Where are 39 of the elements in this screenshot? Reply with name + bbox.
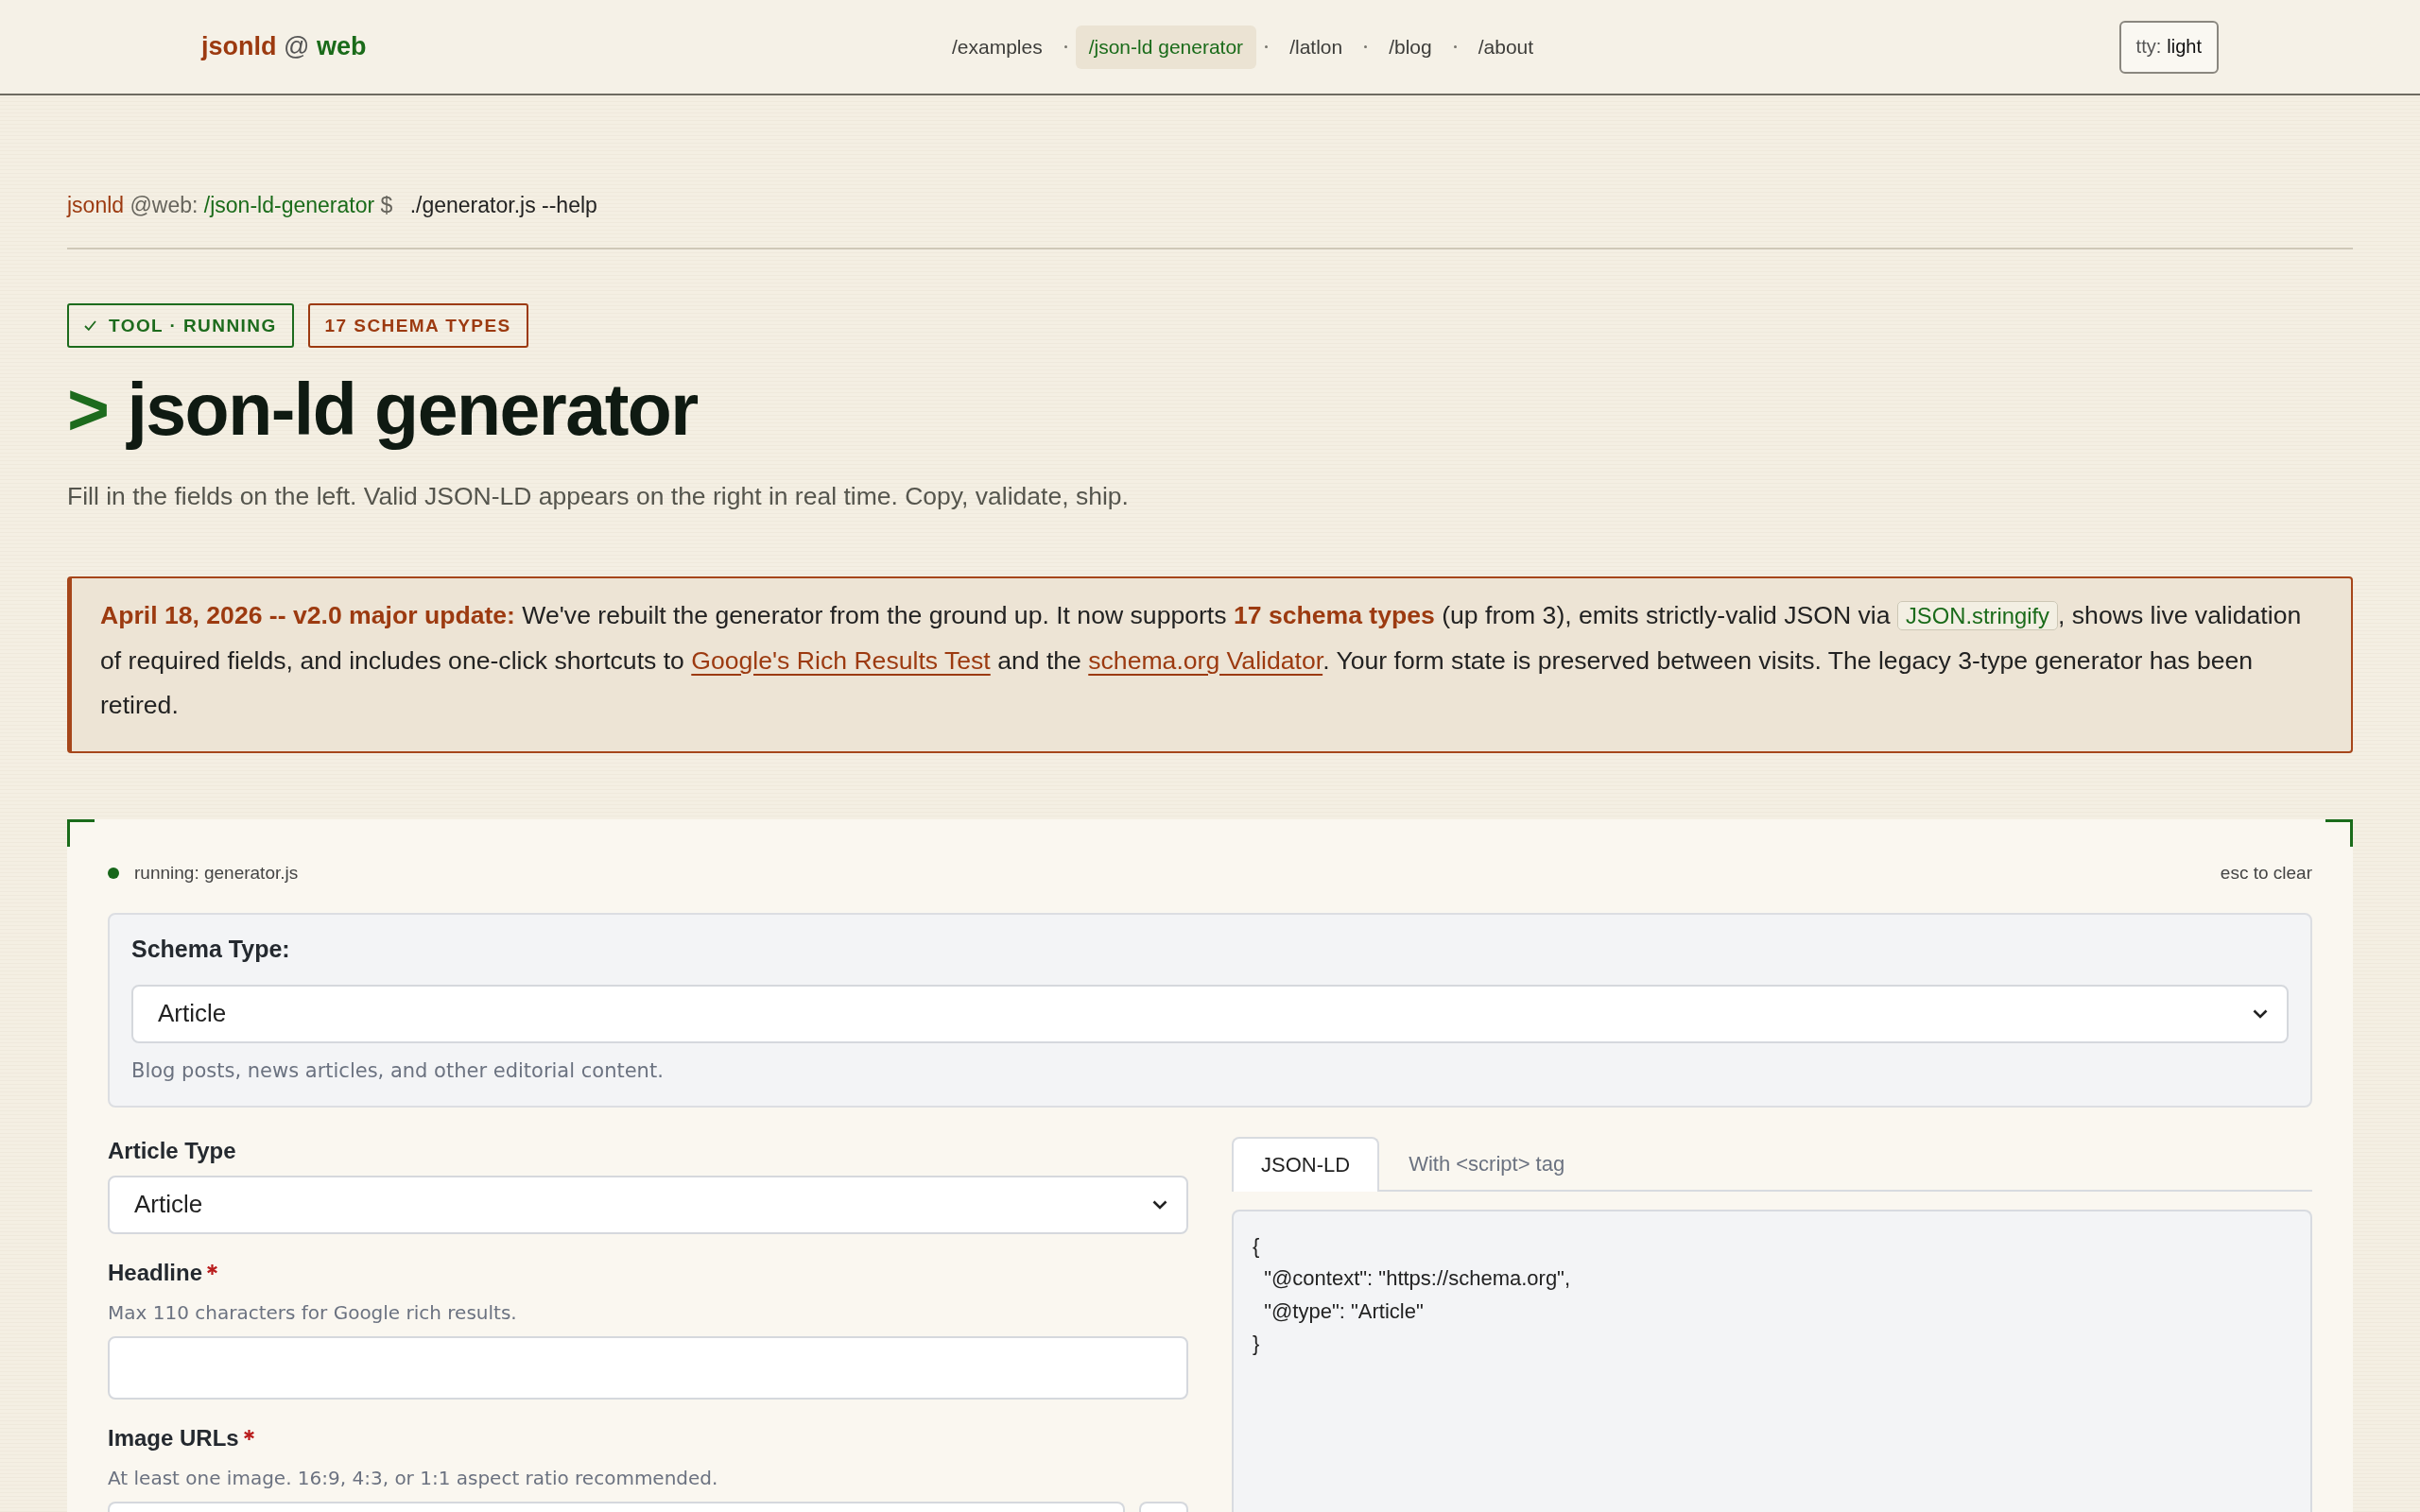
field-hint: Blog posts, news articles, and other editorial content. — [131, 1057, 665, 1084]
chevron-down-icon — [2253, 1008, 2268, 1019]
check-icon — [84, 320, 96, 331]
field-label: Article Type — [108, 1136, 236, 1165]
nav-link[interactable]: /latlon — [1276, 25, 1357, 69]
field-label: Headline — [108, 1258, 203, 1287]
shortcut-hint: esc to clear — [2220, 861, 2312, 885]
chevron-down-icon — [1152, 1199, 1167, 1210]
notice-text: April 18, 2026 -- v2.0 major update: We've rebuilt the generator from the ground up. It now supports 17 schema types (up from 3), emits strictly-valid JSON via JSON.stringify , shows live validation of required fields, and includes one-click shortcuts to Google's Rich Results Test and the schema.org Validator. Your form state is preserved between visits. The legacy 3-type generator has been retired. — [100, 600, 2303, 721]
page-title: > json-ld generator — [67, 369, 699, 449]
site-logo[interactable]: jsonld @ web — [201, 32, 367, 61]
page-subtitle: Fill in the fields on the left. Valid JSON-LD appears on the right in real time. Copy, validate, ship. — [67, 481, 1130, 512]
text-link[interactable]: schema.org Validator — [1088, 645, 1323, 675]
nav-link[interactable]: /about — [1464, 25, 1547, 69]
output-tab[interactable]: With <script> tag — [1379, 1136, 1595, 1190]
nav-link[interactable]: /examples — [938, 25, 1056, 69]
dropdown[interactable]: Article — [131, 984, 2289, 1043]
inline-code: JSON.stringify — [1896, 601, 2059, 630]
shell-prompt: jsonld @web: /json-ld-generator $ — [67, 193, 393, 217]
json-code: { "@context": "https://schema.org", "@type": "Article" } — [1253, 1232, 1572, 1357]
nav-link[interactable]: /json-ld generator — [1075, 25, 1257, 69]
field-hint: At least one image. 16:9, 4:3, or 1:1 aspect ratio recommended. — [108, 1465, 719, 1491]
text-link[interactable]: Google's Rich Results Test — [691, 645, 991, 675]
field-label: Image URLs — [108, 1423, 239, 1452]
status-text: running: generator.js — [134, 861, 299, 885]
url-input[interactable] — [108, 1501, 1125, 1512]
field-hint: Max 110 characters for Google rich results. — [108, 1299, 518, 1326]
text-input[interactable] — [108, 1335, 1188, 1400]
status-badge: TOOL · RUNNING — [67, 303, 294, 348]
corner-bracket-icon — [2325, 818, 2353, 847]
status-badge: 17 SCHEMA TYPES — [307, 303, 528, 348]
corner-bracket-icon — [67, 818, 95, 847]
nav-link[interactable]: /blog — [1375, 25, 1445, 69]
output-tab[interactable]: JSON-LD — [1232, 1136, 1380, 1192]
shell-command: ./generator.js --help — [409, 193, 597, 217]
theme-toggle-button[interactable]: tty: light — [2118, 20, 2219, 74]
row-button[interactable] — [1139, 1501, 1188, 1512]
dropdown[interactable]: Article — [108, 1175, 1188, 1234]
field-label: Schema Type: — [131, 934, 291, 964]
